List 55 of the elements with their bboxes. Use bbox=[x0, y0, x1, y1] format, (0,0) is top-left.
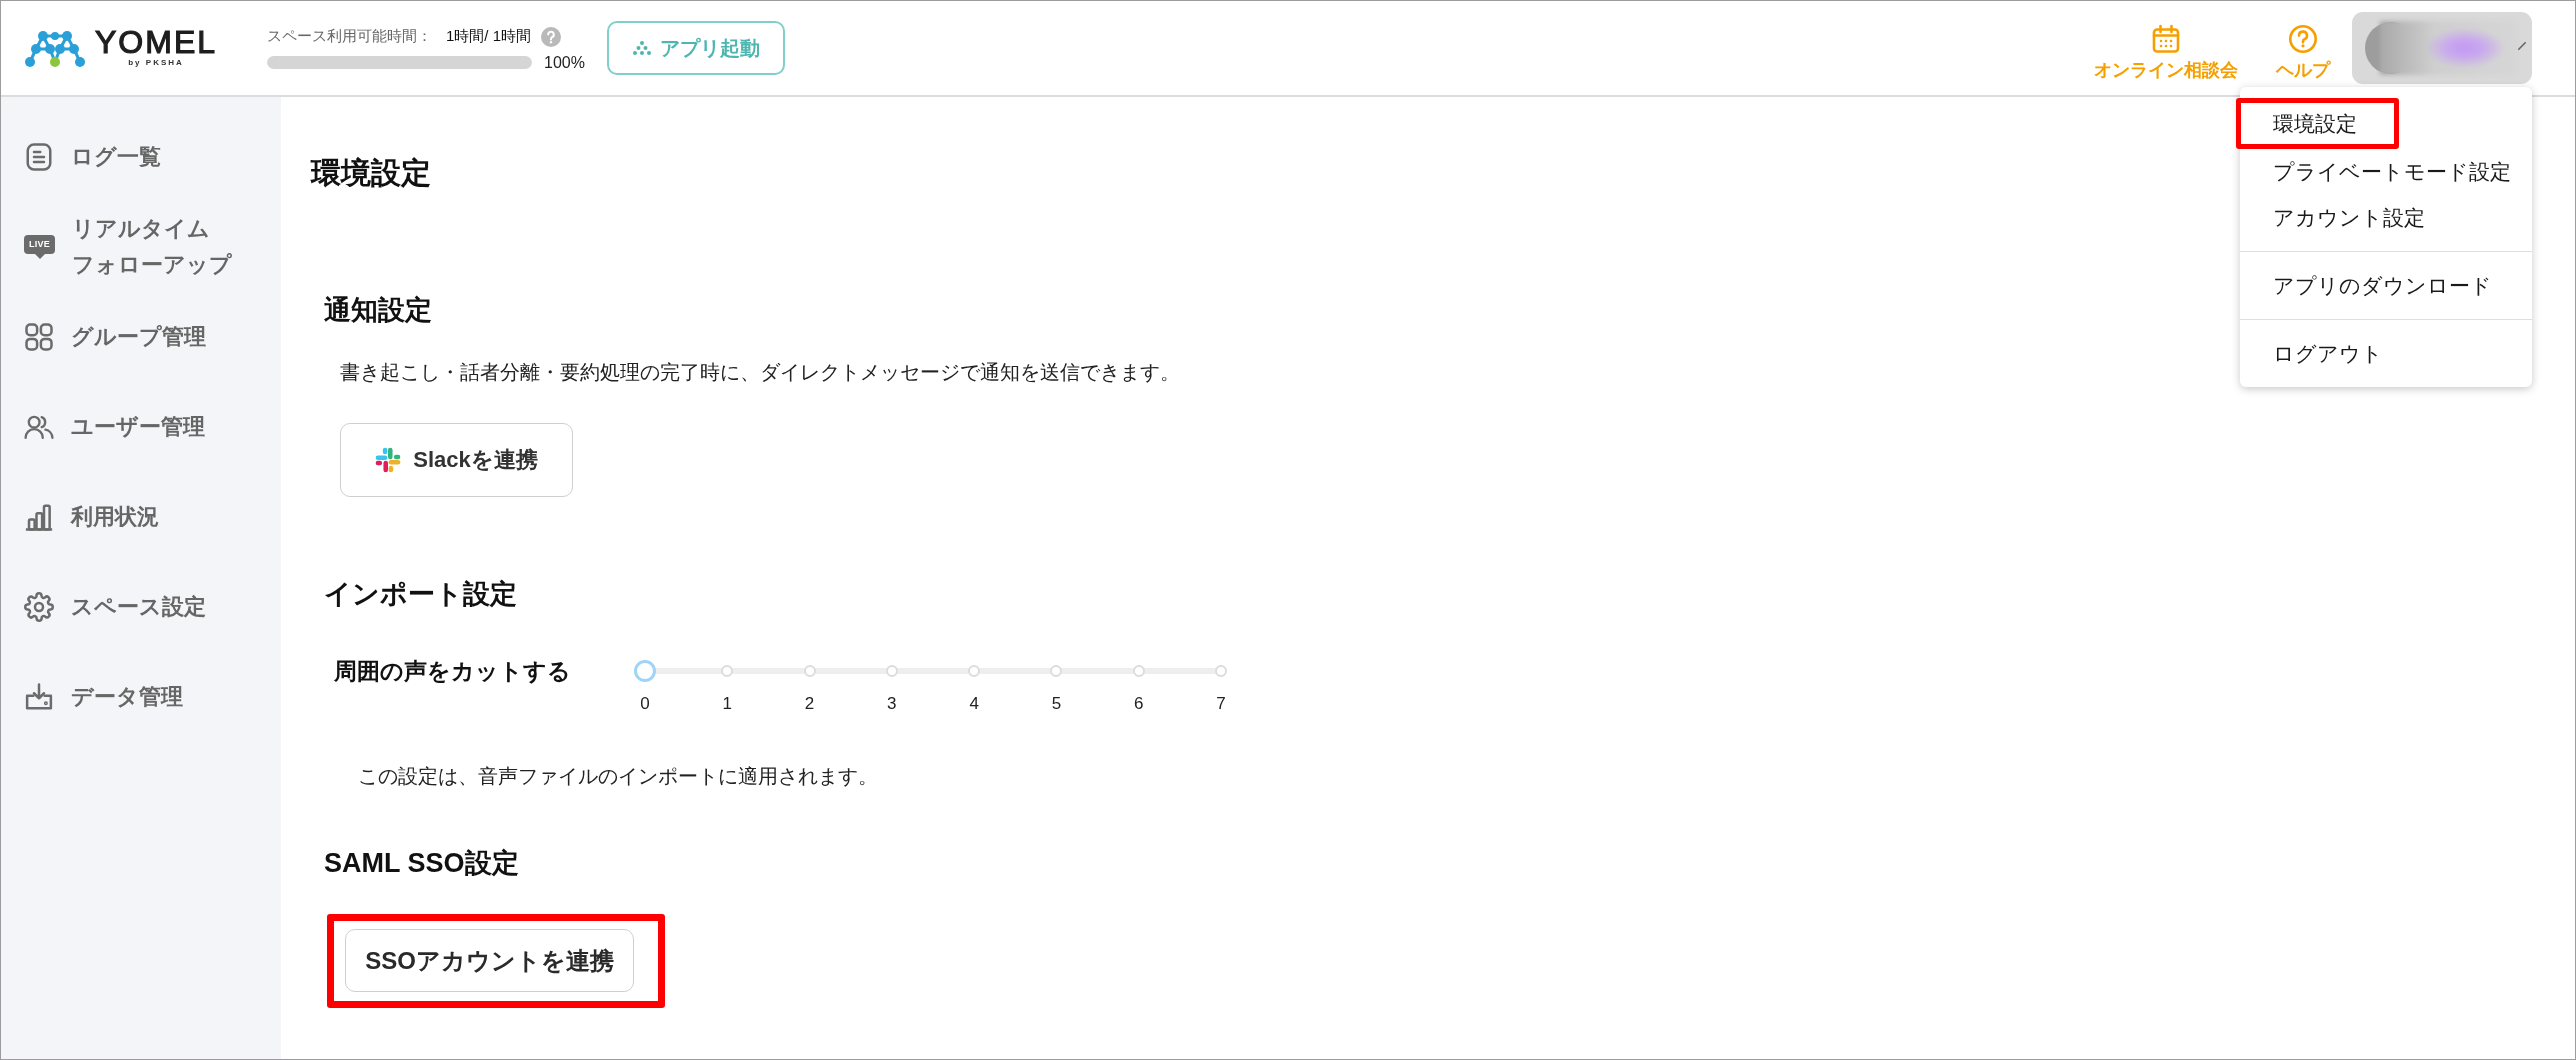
sidebar-item[interactable]: グループ管理 bbox=[1, 292, 281, 382]
sidebar-item[interactable]: LIVE リアルタイム フォローアップ bbox=[1, 202, 281, 292]
menu-item[interactable]: プライベートモード設定 bbox=[2240, 149, 2532, 195]
step-dot-icon bbox=[1132, 665, 1145, 677]
dots-logo-icon bbox=[631, 41, 652, 55]
sidebar-item[interactable]: 利用状況 bbox=[1, 472, 281, 562]
sidebar-item[interactable]: スペース設定 bbox=[1, 562, 281, 652]
sso-connect-button[interactable]: SSOアカウントを連携 bbox=[345, 929, 634, 992]
section-title: インポート設定 bbox=[324, 578, 517, 611]
usage-percent: 100% bbox=[544, 55, 585, 70]
download-icon bbox=[24, 682, 54, 712]
menu-item[interactable]: ログアウト bbox=[2240, 331, 2532, 377]
section-title: 通知設定 bbox=[324, 294, 432, 327]
tick-label: 3 bbox=[887, 693, 897, 715]
step-dot-icon bbox=[1215, 665, 1227, 677]
slack-logo-icon bbox=[375, 447, 402, 473]
logo-icon bbox=[24, 28, 86, 68]
help-icon bbox=[2288, 24, 2318, 54]
step-dot-icon bbox=[885, 665, 898, 677]
menu-item[interactable]: アプリのダウンロード bbox=[2240, 263, 2532, 309]
tick-label: 1 bbox=[722, 693, 732, 715]
usage-value: 1時間/ 1時間 bbox=[446, 27, 532, 46]
grid-icon bbox=[24, 322, 54, 352]
tick-label: 6 bbox=[1133, 693, 1144, 715]
brand-name: YOMEL bbox=[95, 27, 218, 57]
tick-label: 4 bbox=[969, 693, 979, 715]
slider-thumb[interactable] bbox=[634, 660, 656, 682]
usage-label: スペース利用可能時間： bbox=[267, 27, 433, 46]
bar-chart-icon bbox=[24, 502, 54, 532]
description-text: 書き起こし・話者分離・要約処理の完了時に、ダイレクトメッセージで通知を送信できます。 bbox=[340, 360, 1180, 385]
note-text: この設定は、音声ファイルのインポートに適用されます。 bbox=[358, 764, 878, 789]
user-menu-button[interactable] bbox=[2352, 12, 2532, 84]
brand-byline: by PKSHA bbox=[128, 57, 184, 69]
step-dot-icon bbox=[721, 665, 734, 677]
slider-label: 周囲の声をカットする bbox=[334, 660, 571, 682]
sidebar-item[interactable]: ユーザー管理 bbox=[1, 382, 281, 472]
tick-label: 5 bbox=[1051, 693, 1062, 715]
help-icon[interactable] bbox=[541, 26, 562, 47]
section-title: SAML SSO設定 bbox=[324, 847, 519, 880]
step-dot-icon bbox=[803, 665, 816, 677]
page-title: 環境設定 bbox=[311, 155, 431, 191]
document-icon bbox=[24, 142, 54, 172]
step-dot-icon bbox=[1050, 665, 1063, 677]
tick-label: 0 bbox=[640, 693, 650, 715]
caret-icon bbox=[2518, 42, 2526, 50]
menu-item[interactable]: アカウント設定 bbox=[2240, 195, 2532, 241]
slack-connect-button[interactable]: Slackを連携 bbox=[340, 423, 573, 497]
sidebar-item[interactable]: ログ一覧 bbox=[1, 112, 281, 202]
step-dot-icon bbox=[968, 665, 981, 677]
settings-icon bbox=[24, 592, 54, 622]
tick-label: 7 bbox=[1216, 693, 1226, 715]
menu-item[interactable]: 環境設定 bbox=[2241, 103, 2394, 144]
calendar-icon bbox=[2151, 24, 2181, 54]
sidebar-item[interactable]: データ管理 bbox=[1, 652, 281, 742]
tick-label: 2 bbox=[804, 693, 815, 715]
